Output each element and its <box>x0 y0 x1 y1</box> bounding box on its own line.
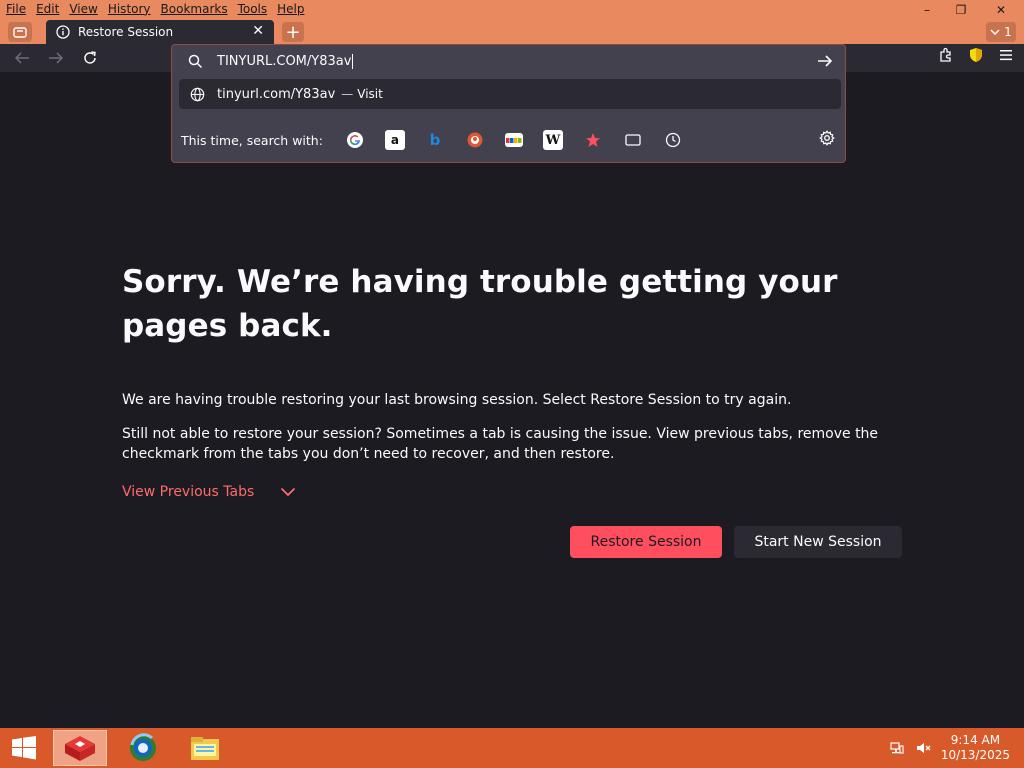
menu-bookmarks[interactable]: Bookmarks <box>161 2 228 16</box>
extensions-icon[interactable] <box>938 47 954 63</box>
restore-session-label: Restore Session <box>590 534 702 550</box>
taskbar: 9:14 AM 10/13/2025 <box>0 728 1024 768</box>
clock-date: 10/13/2025 <box>940 748 1010 762</box>
restore-window-button[interactable]: ❐ <box>944 0 978 20</box>
start-button[interactable] <box>0 730 48 766</box>
chevron-down-icon <box>990 29 1000 35</box>
reload-button[interactable] <box>79 48 101 68</box>
close-window-button[interactable]: ✕ <box>978 0 1024 20</box>
help-text: Still not able to restore your session? … <box>122 426 879 462</box>
clock[interactable]: 9:14 AM 10/13/2025 <box>941 733 1010 763</box>
duckduckgo-engine-icon[interactable] <box>465 130 485 150</box>
restore-session-content: Sorry. We’re having trouble getting your… <box>122 260 912 500</box>
menu-view[interactable]: View <box>69 2 97 16</box>
google-engine-icon[interactable] <box>345 130 365 150</box>
amazon-engine-icon[interactable]: a <box>384 130 405 150</box>
menu-bar: File Edit View History Bookmarks Tools H… <box>0 0 1024 20</box>
menu-help[interactable]: Help <box>277 2 304 16</box>
url-suggestion[interactable]: tinyurl.com/Y83av — Visit <box>179 79 841 109</box>
new-tab-button[interactable]: + <box>282 22 304 43</box>
arrow-right-icon <box>818 55 833 67</box>
forward-button[interactable] <box>45 48 67 68</box>
folder-tabs-icon <box>13 27 27 38</box>
suggestion-separator: — <box>341 87 354 101</box>
clock-time: 9:14 AM <box>950 733 1001 747</box>
globe-icon <box>190 87 205 101</box>
right-toolbar <box>938 47 1014 63</box>
tab-restore-session[interactable]: Restore Session ✕ <box>46 20 274 44</box>
network-icon[interactable] <box>889 740 905 756</box>
start-new-session-label: Start New Session <box>754 534 882 550</box>
search-icon <box>188 54 203 68</box>
folder-icon <box>191 737 219 760</box>
tab-title: Restore Session <box>78 25 174 39</box>
reload-icon <box>84 51 96 64</box>
urlbar-popup: TINYURL.COM/Y83av tinyurl.com/Y83av — Vi… <box>171 44 846 163</box>
view-previous-tabs-toggle[interactable]: View Previous Tabs <box>122 484 912 500</box>
tab-strip: Restore Session ✕ + 1 <box>0 20 1024 44</box>
search-with-label: This time, search with: <box>181 132 323 148</box>
url-input[interactable]: TINYURL.COM/Y83av <box>180 48 839 74</box>
suggestion-action: Visit <box>357 87 383 101</box>
page-title: Sorry. We’re having trouble getting your… <box>122 264 838 344</box>
bing-engine-icon[interactable]: b <box>425 130 445 150</box>
menu-history[interactable]: History <box>108 2 151 16</box>
app-cube-icon <box>65 736 95 761</box>
chevron-down-icon <box>281 487 296 497</box>
url-text: TINYURL.COM/Y83av <box>217 53 352 69</box>
taskbar-file-explorer[interactable] <box>178 730 232 766</box>
windows-logo-icon <box>12 736 36 760</box>
back-button[interactable] <box>11 48 33 68</box>
globe-browser-icon <box>130 733 156 761</box>
shield-icon[interactable] <box>968 47 984 63</box>
tab-close-icon[interactable]: ✕ <box>252 23 264 39</box>
start-new-session-button[interactable]: Start New Session <box>734 526 902 558</box>
info-icon <box>56 25 70 39</box>
tab-overview-button[interactable] <box>8 22 32 42</box>
tab-list-button[interactable]: 1 <box>986 22 1016 42</box>
taskbar-browser[interactable] <box>116 730 170 766</box>
menu-file[interactable]: File <box>6 2 26 16</box>
tab-count: 1 <box>1004 25 1012 39</box>
taskbar-app-active[interactable] <box>53 730 107 766</box>
tabs-search-icon[interactable] <box>623 130 643 150</box>
volume-muted-icon[interactable] <box>915 740 931 756</box>
search-engine-row: This time, search with: a b W <box>181 125 837 155</box>
hamburger-menu-icon[interactable] <box>998 48 1014 62</box>
wikipedia-engine-icon[interactable]: W <box>542 130 563 150</box>
go-button[interactable] <box>817 53 833 72</box>
search-settings-gear-icon[interactable] <box>819 130 835 149</box>
system-tray: 9:14 AM 10/13/2025 <box>889 733 1010 763</box>
minimize-button[interactable]: – <box>910 0 944 20</box>
bookmarks-star-icon[interactable] <box>583 130 603 150</box>
arrow-right-icon <box>49 52 64 64</box>
menu-tools[interactable]: Tools <box>238 2 268 16</box>
restore-session-button[interactable]: Restore Session <box>570 526 722 558</box>
ebay-engine-icon[interactable] <box>504 133 523 147</box>
menu-edit[interactable]: Edit <box>36 2 59 16</box>
suggestion-url: tinyurl.com/Y83av <box>217 86 336 102</box>
description-text: We are having trouble restoring your las… <box>122 392 792 408</box>
arrow-left-icon <box>14 52 29 64</box>
history-clock-icon[interactable] <box>663 130 683 150</box>
view-previous-tabs-label: View Previous Tabs <box>122 484 255 500</box>
